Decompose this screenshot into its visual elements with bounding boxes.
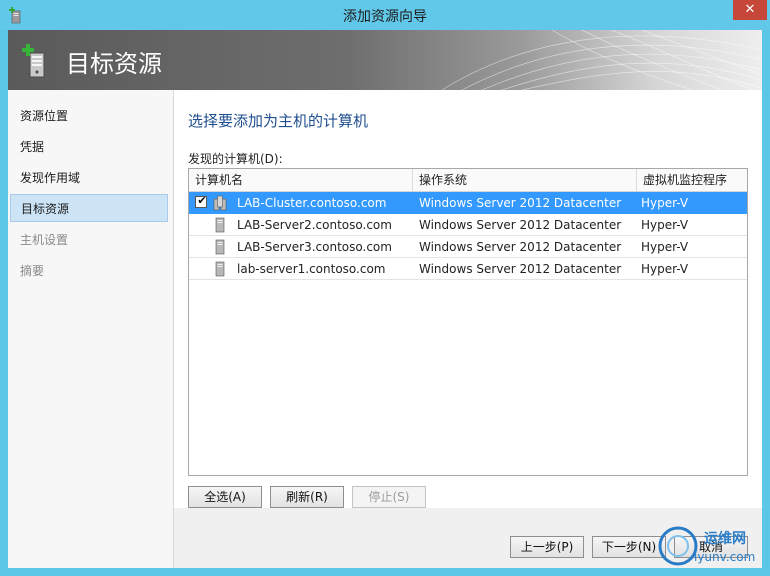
refresh-button[interactable]: 刷新(R)	[270, 486, 344, 508]
computer-name: lab-server1.contoso.com	[237, 262, 386, 276]
column-header-os[interactable]: 操作系统	[413, 169, 637, 191]
column-header-hypervisor[interactable]: 虚拟机监控程序	[637, 169, 747, 191]
operating-system: Windows Server 2012 Datacenter	[419, 262, 622, 276]
watermark: 运维网 iyunv.com	[656, 522, 766, 570]
list-label: 发现的计算机(D):	[188, 152, 283, 166]
computer-name: LAB-Cluster.contoso.com	[237, 196, 387, 210]
table-row[interactable]: LAB-Server2.contoso.com Windows Server 2…	[189, 214, 747, 236]
banner-title: 目标资源	[66, 50, 162, 78]
previous-button[interactable]: 上一步(P)	[510, 536, 584, 558]
table-row[interactable]: LAB-Server3.contoso.com Windows Server 2…	[189, 236, 747, 258]
content-pane: 选择要添加为主机的计算机 发现的计算机(D): 计算机名 操作系统 虚拟机监控程…	[174, 90, 762, 508]
table-row[interactable]: lab-server1.contoso.com Windows Server 2…	[189, 258, 747, 280]
hypervisor: Hyper-V	[641, 218, 689, 232]
computer-name: LAB-Server2.contoso.com	[237, 218, 392, 232]
check-icon: ✔	[197, 194, 207, 207]
banner-swirl-decoration	[441, 30, 762, 90]
close-button[interactable]: ✕	[733, 0, 767, 20]
watermark-url: iyunv.com	[694, 550, 756, 564]
select-all-button[interactable]: 全选(A)	[188, 486, 262, 508]
window-title: 添加资源向导	[343, 9, 427, 25]
operating-system: Windows Server 2012 Datacenter	[419, 218, 622, 232]
server-icon	[215, 217, 225, 233]
server-icon	[215, 239, 225, 255]
wizard-window: 目标资源 资源位置 凭据 发现作用域 目标资源 主机设置 摘要 选择要添加为主机…	[8, 30, 762, 568]
header-banner: 目标资源	[8, 30, 762, 90]
row-checkbox[interactable]: ✔	[195, 194, 207, 208]
hypervisor: Hyper-V	[641, 196, 689, 210]
wizard-footer: 上一步(P) 下一步(N) 取消 运维网 iyunv.com	[174, 508, 762, 568]
nav-item-credentials[interactable]: 凭据	[10, 133, 168, 161]
server-add-icon	[22, 44, 45, 78]
operating-system: Windows Server 2012 Datacenter	[419, 240, 622, 254]
list-header: 计算机名 操作系统 虚拟机监控程序	[189, 169, 747, 192]
nav-item-resource-location[interactable]: 资源位置	[10, 102, 168, 130]
hypervisor: Hyper-V	[641, 240, 689, 254]
server-icon	[215, 261, 225, 277]
hypervisor: Hyper-V	[641, 262, 689, 276]
watermark-text: 运维网	[704, 531, 746, 547]
nav-item-discovery-scope[interactable]: 发现作用域	[10, 164, 168, 192]
title-bar: 添加资源向导 ✕	[0, 0, 770, 30]
computer-name: LAB-Server3.contoso.com	[237, 240, 392, 254]
nav-item-summary: 摘要	[20, 264, 45, 278]
nav-item-host-settings: 主机设置	[20, 233, 69, 247]
computer-list[interactable]: 计算机名 操作系统 虚拟机监控程序 ✔ LAB-Cluster.contoso.…	[188, 168, 748, 476]
table-row[interactable]: ✔ LAB-Cluster.contoso.com Windows Server…	[189, 192, 747, 214]
operating-system: Windows Server 2012 Datacenter	[419, 196, 622, 210]
cluster-icon	[213, 195, 227, 211]
stop-button: 停止(S)	[352, 486, 426, 508]
nav-item-target-resources[interactable]: 目标资源	[10, 194, 168, 222]
wizard-nav: 资源位置 凭据 发现作用域 目标资源 主机设置 摘要	[8, 90, 174, 568]
page-heading: 选择要添加为主机的计算机	[188, 112, 369, 130]
next-button[interactable]: 下一步(N)	[592, 536, 666, 558]
column-header-computer-name[interactable]: 计算机名	[189, 169, 413, 191]
